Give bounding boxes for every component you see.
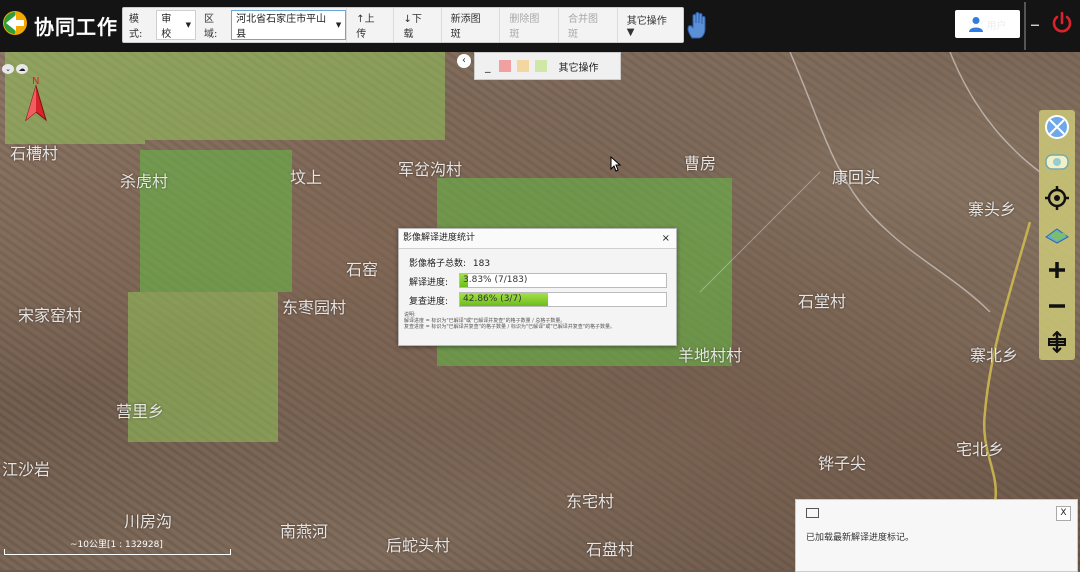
interpret-progress-bar: 3.83% (7/183) [459, 273, 667, 288]
measure-tool[interactable] [1042, 148, 1072, 176]
target-icon [1045, 186, 1069, 210]
message-icon [806, 508, 819, 518]
scale-bar [4, 549, 231, 555]
expand-icon[interactable]: ⌄ [2, 64, 14, 74]
place-label: 川房沟 [124, 512, 173, 531]
region-select[interactable]: 河北省石家庄市平山县 ▼ [231, 10, 347, 40]
review-progress-bar: 42.86% (3/7) [459, 292, 667, 307]
notification-message: 已加载最新解译进度标记。 [806, 533, 915, 543]
place-label: 杀虎村 [120, 172, 169, 191]
place-label: 后蛇头村 [386, 536, 451, 555]
note-line: 复查进度 = 标识为"已解译并复查"的格子数量 / 标识为"已解译"或"已解译并… [404, 324, 616, 330]
map-tool-panel [1039, 110, 1075, 360]
mouse-cursor-icon [610, 156, 622, 172]
download-button[interactable]: ↓下载 [393, 8, 440, 42]
map-mini-controls: ⌄ ☁ [2, 64, 28, 74]
place-label: 寨头乡 [968, 200, 1017, 219]
user-button[interactable]: 用户 [955, 10, 1020, 38]
total-label: 影像格子总数: [409, 259, 467, 269]
user-icon [968, 17, 983, 32]
plus-icon [1049, 262, 1065, 278]
mode-select[interactable]: 审校 ▼ [156, 10, 196, 40]
dialog-title-bar[interactable]: 影像解译进度统计 × [399, 229, 676, 249]
top-bar: 协同工作 模式: 审校 ▼ 区域: 河北省石家庄市平山县 ▼ ↑上传 ↓下载 新… [0, 0, 1080, 52]
place-label: 石堂村 [798, 292, 847, 311]
place-label: 营里乡 [116, 402, 165, 421]
header-divider [1024, 2, 1026, 50]
line-tool-button[interactable]: _ [475, 60, 499, 73]
power-icon[interactable] [1049, 10, 1075, 36]
place-label: 石盘村 [586, 540, 635, 559]
place-label: 坟上 [290, 168, 323, 187]
delete-grid-button[interactable]: 删除图斑 [499, 8, 558, 42]
north-arrow-icon: N [25, 76, 47, 122]
close-icon[interactable]: × [662, 229, 670, 248]
cloud-icon[interactable]: ☁ [16, 64, 28, 74]
place-label: 康回头 [832, 168, 881, 187]
measure-tape-icon [1045, 154, 1069, 170]
main-toolbar: 模式: 审校 ▼ 区域: 河北省石家庄市平山县 ▼ ↑上传 ↓下载 新添图斑 删… [122, 7, 684, 43]
collapse-toolbar-button[interactable]: ‹ [457, 54, 471, 68]
interpret-label: 解译进度: [409, 278, 449, 288]
total-value: 183 [472, 259, 491, 269]
review-progress-text: 42.86% (3/7) [463, 294, 522, 304]
globe-tool[interactable] [1042, 113, 1072, 141]
color-swatch[interactable] [534, 60, 547, 72]
place-label: 曹房 [684, 154, 717, 173]
dialog-title: 影像解译进度统计 [403, 233, 476, 243]
interpret-progress-text: 3.83% (7/183) [463, 275, 528, 285]
app-title: 协同工作 [34, 15, 118, 39]
edit-subbar: _ 其它操作 [474, 52, 621, 80]
logo-icon [3, 11, 27, 35]
globe-icon [1045, 115, 1069, 139]
caret-down-icon: ▼ [335, 21, 342, 29]
place-label: 南燕河 [280, 522, 329, 541]
total-row: 影像格子总数: 183 [409, 256, 490, 269]
minus-icon [1049, 304, 1065, 308]
place-label: 石槽村 [10, 144, 59, 163]
notification-close-button[interactable]: X [1056, 506, 1071, 521]
progress-dialog: 影像解译进度统计 × 影像格子总数: 183 解译进度: 3.83% (7/18… [398, 228, 677, 346]
dialog-note: 说明: 解译进度 = 标识为"已解译"或"已解译并复查"的格子数量 / 总格子数… [404, 312, 615, 330]
zoom-in-button[interactable] [1042, 256, 1072, 284]
add-grid-button[interactable]: 新添图斑 [440, 8, 500, 42]
place-label: 江沙岩 [2, 460, 51, 479]
place-label: 石窑 [346, 260, 379, 279]
region-value: 河北省石家庄市平山县 [236, 14, 327, 40]
review-label: 复查进度: [409, 297, 449, 307]
place-label: 寨北乡 [970, 346, 1019, 365]
place-label: 东宅村 [566, 492, 615, 511]
region-label: 区域: [203, 14, 218, 40]
minimize-icon[interactable]: – [1030, 14, 1040, 34]
full-extent-button[interactable] [1042, 328, 1072, 356]
color-swatch[interactable] [516, 60, 529, 72]
place-label: 宋家窑村 [18, 306, 83, 325]
place-label: 铧子尖 [818, 454, 867, 473]
notification-panel: X 已加载最新解译进度标记。 [795, 499, 1078, 572]
pan-hand-icon[interactable] [684, 10, 710, 40]
mode-value: 审校 [161, 14, 172, 40]
caret-down-icon: ▼ [185, 21, 191, 29]
locate-tool[interactable] [1042, 184, 1072, 212]
color-swatch[interactable] [498, 60, 511, 72]
place-label: 羊地村村 [678, 346, 743, 365]
more-ops-button[interactable]: 其它操作▼ [616, 8, 683, 42]
move-arrows-icon [1048, 331, 1066, 353]
upload-button[interactable]: ↑上传 [346, 8, 393, 42]
layers-tool[interactable] [1042, 220, 1072, 248]
user-name: 用户 [986, 20, 1007, 32]
terrain-layer-icon [1045, 228, 1069, 244]
place-label: 宅北乡 [956, 440, 1005, 459]
subbar-more-button[interactable]: 其它操作 [559, 59, 599, 74]
merge-grid-button[interactable]: 合并图斑 [558, 8, 617, 42]
place-label: 东枣园村 [282, 298, 347, 317]
place-label: 军岔沟村 [398, 160, 463, 179]
zoom-out-button[interactable] [1042, 292, 1072, 320]
mode-label: 模式: [129, 14, 143, 40]
